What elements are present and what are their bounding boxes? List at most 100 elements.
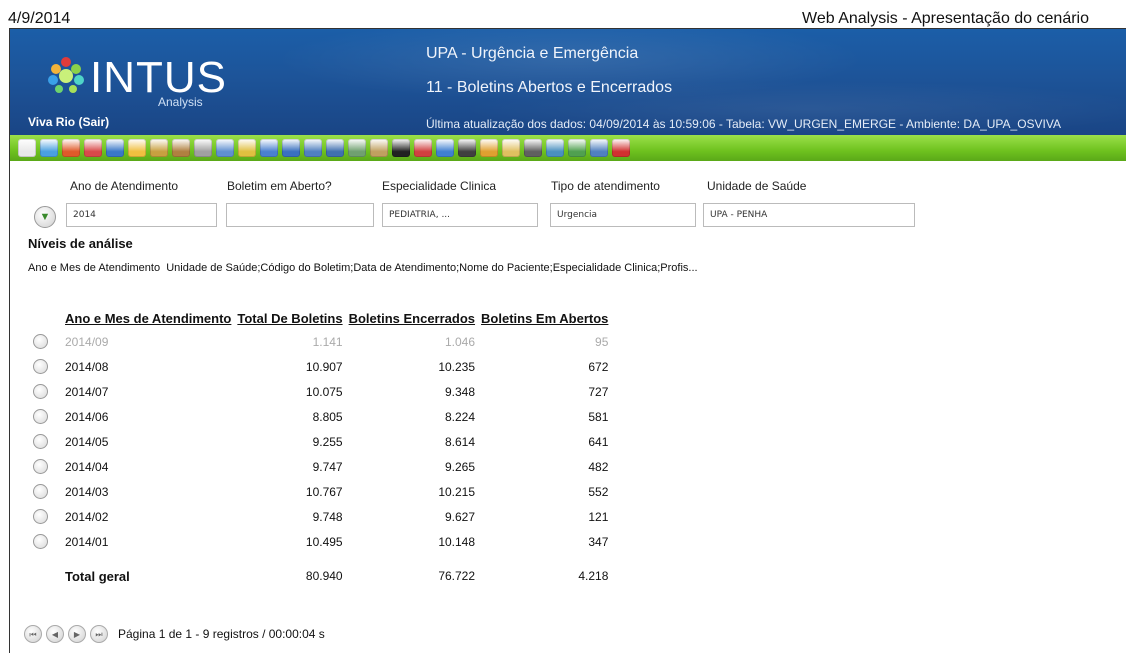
pin-icon[interactable] xyxy=(62,139,80,157)
globe-icon[interactable] xyxy=(458,139,476,157)
cell-month: 2014/08 xyxy=(65,359,109,374)
cell-closed: 9.627 xyxy=(445,509,476,524)
row-select-radio[interactable] xyxy=(33,534,48,550)
levels-title: Níveis de análise xyxy=(28,236,133,251)
sum-icon[interactable] xyxy=(304,139,322,157)
cell-month: 2014/07 xyxy=(65,384,109,399)
cell-month: 2014/06 xyxy=(65,409,109,424)
col-header-month[interactable]: Ano e Mes de Atendimento xyxy=(62,311,234,329)
row-select-radio[interactable] xyxy=(33,484,48,500)
close-icon[interactable] xyxy=(612,139,630,157)
filter-label-type: Tipo de atendimento xyxy=(551,179,660,193)
header-banner: INTUS Analysis Viva Rio (Sair) UPA - Urg… xyxy=(10,29,1126,135)
row-select-radio[interactable] xyxy=(33,384,48,400)
export-icon[interactable] xyxy=(546,139,564,157)
chart-icon[interactable] xyxy=(414,139,432,157)
cell-open: 347 xyxy=(588,534,609,549)
apply-filter-button[interactable]: ▼ xyxy=(34,206,56,228)
filter-type-input[interactable]: Urgencia xyxy=(550,203,696,227)
level-rest[interactable]: Unidade de Saúde;Código do Boletim;Data … xyxy=(166,262,697,274)
table-row[interactable]: 2014/06 8.805 8.224 581 xyxy=(30,404,611,429)
cell-closed: 10.148 xyxy=(438,534,476,549)
info-icon[interactable] xyxy=(502,139,520,157)
chart-config-icon[interactable] xyxy=(84,139,102,157)
window-icon[interactable] xyxy=(590,139,608,157)
cell-open: 552 xyxy=(588,484,609,499)
table-row[interactable]: 2014/08 10.907 10.235 672 xyxy=(30,354,611,379)
report-title: UPA - Urgência e Emergência xyxy=(426,45,639,62)
prev-page-button[interactable]: ◀ xyxy=(46,625,64,643)
cell-closed: 10.215 xyxy=(438,484,476,499)
row-select-radio[interactable] xyxy=(33,409,48,425)
table-row[interactable]: 2014/09 1.141 1.046 95 xyxy=(30,329,611,354)
row-select-radio[interactable] xyxy=(33,509,48,525)
filter-clear-icon[interactable] xyxy=(172,139,190,157)
refresh-icon[interactable] xyxy=(40,139,58,157)
total-label: Total geral xyxy=(65,568,130,584)
row-select-radio[interactable] xyxy=(33,434,48,450)
table-row[interactable]: 2014/07 10.075 9.348 727 xyxy=(30,379,611,404)
table-row[interactable]: 2014/05 9.255 8.614 641 xyxy=(30,429,611,454)
cell-total: 9.255 xyxy=(312,434,343,449)
copy-icon[interactable] xyxy=(326,139,344,157)
cell-month: 2014/03 xyxy=(65,484,109,499)
filter-label-year: Ano de Atendimento xyxy=(70,179,179,193)
cell-month: 2014/02 xyxy=(65,509,109,524)
col-header-closed[interactable]: Boletins Encerrados xyxy=(346,311,478,329)
print-icon[interactable] xyxy=(524,139,542,157)
formula-icon[interactable] xyxy=(392,139,410,157)
last-page-button[interactable]: ⏭ xyxy=(90,625,108,643)
col-header-total[interactable]: Total De Boletins xyxy=(234,311,345,329)
presentation-icon[interactable] xyxy=(106,139,124,157)
line-chart-icon[interactable] xyxy=(436,139,454,157)
table-row[interactable]: 2014/02 9.748 9.627 121 xyxy=(30,504,611,529)
bar-chart-icon[interactable] xyxy=(370,139,388,157)
cell-open: 641 xyxy=(588,434,609,449)
col-header-open[interactable]: Boletins Em Abertos xyxy=(478,311,611,329)
rows-icon[interactable] xyxy=(282,139,300,157)
app-frame: INTUS Analysis Viva Rio (Sair) UPA - Urg… xyxy=(9,28,1126,653)
levels-text: Ano e Mes de Atendimento Unidade de Saúd… xyxy=(28,262,698,274)
total-closed: 76.722 xyxy=(438,569,476,583)
filter-unit-input[interactable]: UPA - PENHA xyxy=(703,203,915,227)
total-open: 4.218 xyxy=(578,569,609,583)
ranking-icon[interactable] xyxy=(194,139,212,157)
export-excel-icon[interactable] xyxy=(568,139,586,157)
cell-total: 1.141 xyxy=(312,334,343,349)
grid-icon[interactable] xyxy=(348,139,366,157)
table-row[interactable]: 2014/04 9.747 9.265 482 xyxy=(30,454,611,479)
print-date: 4/9/2014 xyxy=(8,10,71,27)
filter-open-input[interactable] xyxy=(226,203,374,227)
table-icon[interactable] xyxy=(260,139,278,157)
spellcheck-icon[interactable] xyxy=(216,139,234,157)
row-select-radio[interactable] xyxy=(33,334,48,350)
update-info: Última atualização dos dados: 04/09/2014… xyxy=(426,117,1061,131)
table-row[interactable]: 2014/03 10.767 10.215 552 xyxy=(30,479,611,504)
row-select-radio[interactable] xyxy=(33,359,48,375)
home-icon[interactable] xyxy=(18,139,36,157)
report-subtitle: 11 - Boletins Abertos e Encerrados xyxy=(426,79,673,96)
total-row: Total geral 80.940 76.722 4.218 xyxy=(30,554,611,590)
cell-open: 672 xyxy=(588,359,609,374)
pager-text: Página 1 de 1 - 9 registros / 00:00:04 s xyxy=(118,627,325,641)
row-select-radio[interactable] xyxy=(33,459,48,475)
first-page-button[interactable]: ⏮ xyxy=(24,625,42,643)
logout-link[interactable]: Viva Rio (Sair) xyxy=(28,115,109,129)
total-total: 80.940 xyxy=(305,569,343,583)
hierarchy-icon[interactable] xyxy=(480,139,498,157)
filter-year-input[interactable]: 2014 xyxy=(66,203,217,227)
next-page-button[interactable]: ▶ xyxy=(68,625,86,643)
data-table: Ano e Mes de Atendimento Total De Boleti… xyxy=(30,311,611,590)
cell-closed: 9.348 xyxy=(445,384,476,399)
columns-icon[interactable] xyxy=(238,139,256,157)
table-row[interactable]: 2014/01 10.495 10.148 347 xyxy=(30,529,611,554)
intus-logo: INTUS Analysis xyxy=(44,47,226,109)
cell-month: 2014/01 xyxy=(65,534,109,549)
toolbar xyxy=(10,135,1126,161)
table-body: 2014/09 1.141 1.046 95 2014/08 10.907 10.235 67… xyxy=(30,329,611,590)
drill-icon[interactable] xyxy=(128,139,146,157)
level-current[interactable]: Ano e Mes de Atendimento xyxy=(28,262,160,274)
filter-icon[interactable] xyxy=(150,139,168,157)
cell-total: 10.075 xyxy=(305,384,343,399)
filter-specialty-input[interactable]: PEDIATRIA, ... xyxy=(382,203,538,227)
